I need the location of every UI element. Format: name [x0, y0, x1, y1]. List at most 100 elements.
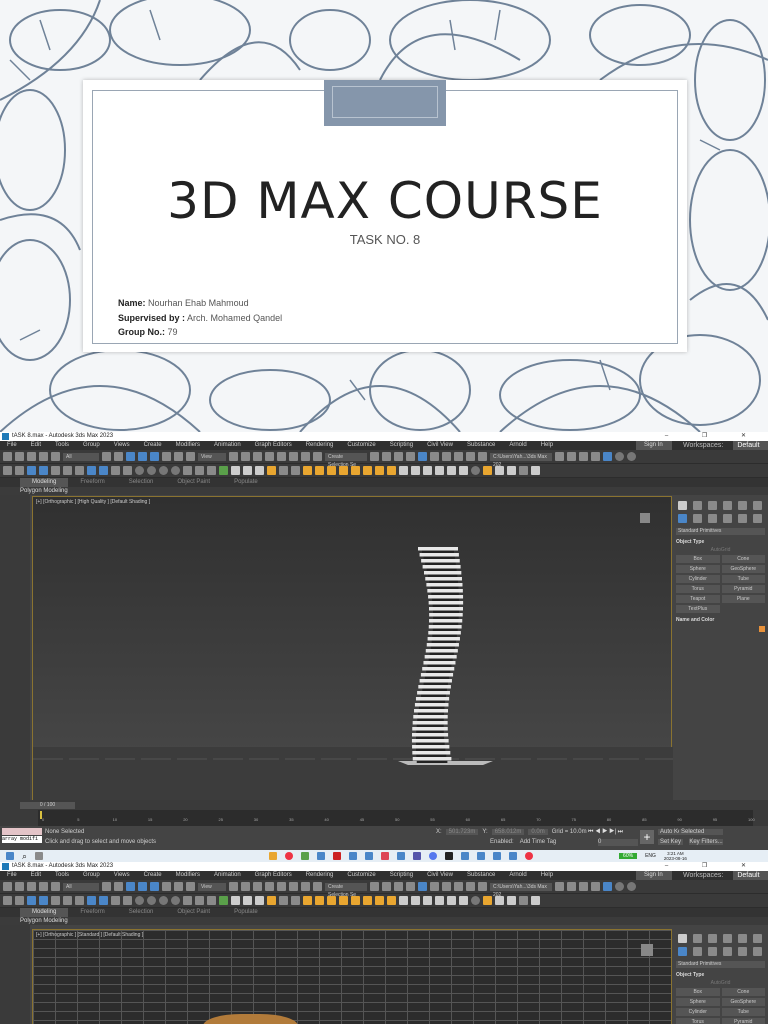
- selection-filter[interactable]: All: [63, 882, 99, 891]
- viewcube-icon[interactable]: [641, 944, 653, 956]
- primitive-textplus-button[interactable]: TextPlus: [676, 605, 720, 613]
- autogrid-checkbox[interactable]: AutoGrid: [676, 547, 765, 553]
- reference-coord[interactable]: View: [198, 882, 226, 891]
- primitive-pyramid-button[interactable]: Pyramid: [721, 585, 765, 593]
- menu-customize[interactable]: Customize: [340, 871, 382, 880]
- menu-civil-view[interactable]: Civil View: [420, 441, 460, 450]
- primitive-torus-button[interactable]: Torus: [676, 585, 720, 593]
- project-path[interactable]: C:\Users\Yah...\3ds Max 202: [490, 452, 552, 468]
- window-controls[interactable]: – ❐ ✕: [665, 432, 762, 441]
- menu-views[interactable]: Views: [107, 871, 137, 880]
- create-tab-icon[interactable]: [678, 501, 687, 510]
- key-mode-button[interactable]: +: [640, 830, 654, 844]
- primitive-tube-button[interactable]: Tube: [721, 1008, 765, 1016]
- sign-in-button[interactable]: Sign In: [636, 441, 672, 450]
- workspace-selector[interactable]: Workspaces: Default: [674, 441, 768, 450]
- autocad-icon[interactable]: [333, 852, 342, 860]
- tab-modeling[interactable]: Modeling: [20, 478, 69, 487]
- menu-scripting[interactable]: Scripting: [383, 441, 420, 450]
- polygon-modeling-label[interactable]: Polygon Modeling: [0, 917, 768, 925]
- primitive-tube-button[interactable]: Tube: [721, 575, 765, 583]
- playback-controls[interactable]: ⏮ ◀ ▶ ▶| ⏭: [588, 829, 623, 836]
- menu-modifiers[interactable]: Modifiers: [169, 871, 207, 880]
- menu-animation[interactable]: Animation: [207, 871, 248, 880]
- menu-rendering[interactable]: Rendering: [299, 441, 341, 450]
- object-type-rollout[interactable]: Object Type: [676, 972, 765, 978]
- menu-file[interactable]: File: [0, 871, 24, 880]
- viewport-perspective[interactable]: [+] [Orthographic ] [High Quality ] [Def…: [32, 496, 673, 802]
- app-icon[interactable]: [445, 852, 454, 860]
- menu-tools[interactable]: Tools: [48, 441, 76, 450]
- chrome-icon[interactable]: [285, 852, 294, 860]
- project-path[interactable]: C:\Users\Yah...\3ds Max 202: [490, 882, 552, 898]
- window-controls[interactable]: – ❐ ✕: [665, 862, 762, 871]
- tab-selection[interactable]: Selection: [117, 478, 166, 487]
- menu-graph-editors[interactable]: Graph Editors: [248, 871, 299, 880]
- store-icon[interactable]: [477, 852, 486, 860]
- primitive-cone-button[interactable]: Cone: [721, 555, 765, 563]
- sign-in-button[interactable]: Sign In: [636, 871, 672, 880]
- viewport-label[interactable]: [+] [Orthographic ] [Standard ] [Default…: [36, 932, 143, 938]
- key-set-dropdown[interactable]: Selected: [679, 829, 723, 835]
- menu-customize[interactable]: Customize: [340, 441, 382, 450]
- move-tool-icon[interactable]: [150, 452, 159, 461]
- menu-group[interactable]: Group: [76, 441, 107, 450]
- clock[interactable]: 3:21 AM 2023-08-16: [664, 851, 687, 861]
- menu-views[interactable]: Views: [107, 441, 137, 450]
- menu-edit[interactable]: Edit: [24, 871, 48, 880]
- tab-populate[interactable]: Populate: [222, 478, 270, 487]
- photoshop-icon[interactable]: [317, 852, 326, 860]
- primitive-geosphere-button[interactable]: GeoSphere: [721, 565, 765, 573]
- menu-graph-editors[interactable]: Graph Editors: [248, 441, 299, 450]
- polygon-modeling-label[interactable]: Polygon Modeling: [0, 487, 768, 495]
- menu-edit[interactable]: Edit: [24, 441, 48, 450]
- primitive-box-button[interactable]: Box: [676, 988, 720, 996]
- modify-tab-icon[interactable]: [693, 501, 702, 510]
- app-icon[interactable]: [461, 852, 470, 860]
- tab-freeform[interactable]: Freeform: [68, 478, 116, 487]
- menu-modifiers[interactable]: Modifiers: [169, 441, 207, 450]
- primitive-plane-button[interactable]: Plane: [721, 595, 765, 603]
- primitive-pyramid-button[interactable]: Pyramid: [721, 1018, 765, 1024]
- primitive-sphere-button[interactable]: Sphere: [676, 998, 720, 1006]
- mail-icon[interactable]: [493, 852, 502, 860]
- maxscript-input[interactable]: array modifi: [2, 836, 42, 843]
- tab-object-paint[interactable]: Object Paint: [165, 478, 222, 487]
- primitive-torus-button[interactable]: Torus: [676, 1018, 720, 1024]
- menu-civil-view[interactable]: Civil View: [420, 871, 460, 880]
- viewport-perspective[interactable]: [+] [Orthographic ] [Standard ] [Default…: [32, 929, 672, 1024]
- tab-freeform[interactable]: Freeform: [68, 908, 116, 917]
- geometry-icon[interactable]: [678, 514, 687, 523]
- discord-icon[interactable]: [429, 852, 438, 860]
- start-icon[interactable]: [6, 852, 14, 860]
- selection-filter[interactable]: All: [63, 452, 99, 461]
- primitive-cylinder-button[interactable]: Cylinder: [676, 1008, 720, 1016]
- set-key-button[interactable]: Set Key: [658, 839, 684, 845]
- menu-group[interactable]: Group: [76, 871, 107, 880]
- search-icon[interactable]: ⌕: [22, 851, 27, 862]
- menu-arnold[interactable]: Arnold: [502, 441, 533, 450]
- menu-file[interactable]: File: [0, 441, 24, 450]
- menu-substance[interactable]: Substance: [460, 441, 502, 450]
- key-filters-button[interactable]: Key Filters...: [689, 839, 723, 845]
- primitive-cone-button[interactable]: Cone: [721, 988, 765, 996]
- menu-arnold[interactable]: Arnold: [502, 871, 533, 880]
- language-indicator[interactable]: ENG: [645, 853, 656, 859]
- menu-scripting[interactable]: Scripting: [383, 871, 420, 880]
- file-explorer-icon[interactable]: [269, 852, 278, 860]
- reference-coord[interactable]: View: [198, 452, 226, 461]
- word-icon[interactable]: [397, 852, 406, 860]
- 3dsmax-icon[interactable]: [349, 852, 358, 860]
- add-time-tag[interactable]: Add Time Tag: [520, 839, 557, 845]
- menu-help[interactable]: Help: [534, 441, 560, 450]
- menu-substance[interactable]: Substance: [460, 871, 502, 880]
- primitive-category-dropdown[interactable]: Standard Primitives: [676, 528, 765, 535]
- primitive-cylinder-button[interactable]: Cylinder: [676, 575, 720, 583]
- teams-icon[interactable]: [413, 852, 422, 860]
- tab-object-paint[interactable]: Object Paint: [165, 908, 222, 917]
- primitive-box-button[interactable]: Box: [676, 555, 720, 563]
- menu-create[interactable]: Create: [137, 441, 169, 450]
- menu-animation[interactable]: Animation: [207, 441, 248, 450]
- app-icon[interactable]: [509, 852, 518, 860]
- chrome-icon[interactable]: [525, 852, 534, 860]
